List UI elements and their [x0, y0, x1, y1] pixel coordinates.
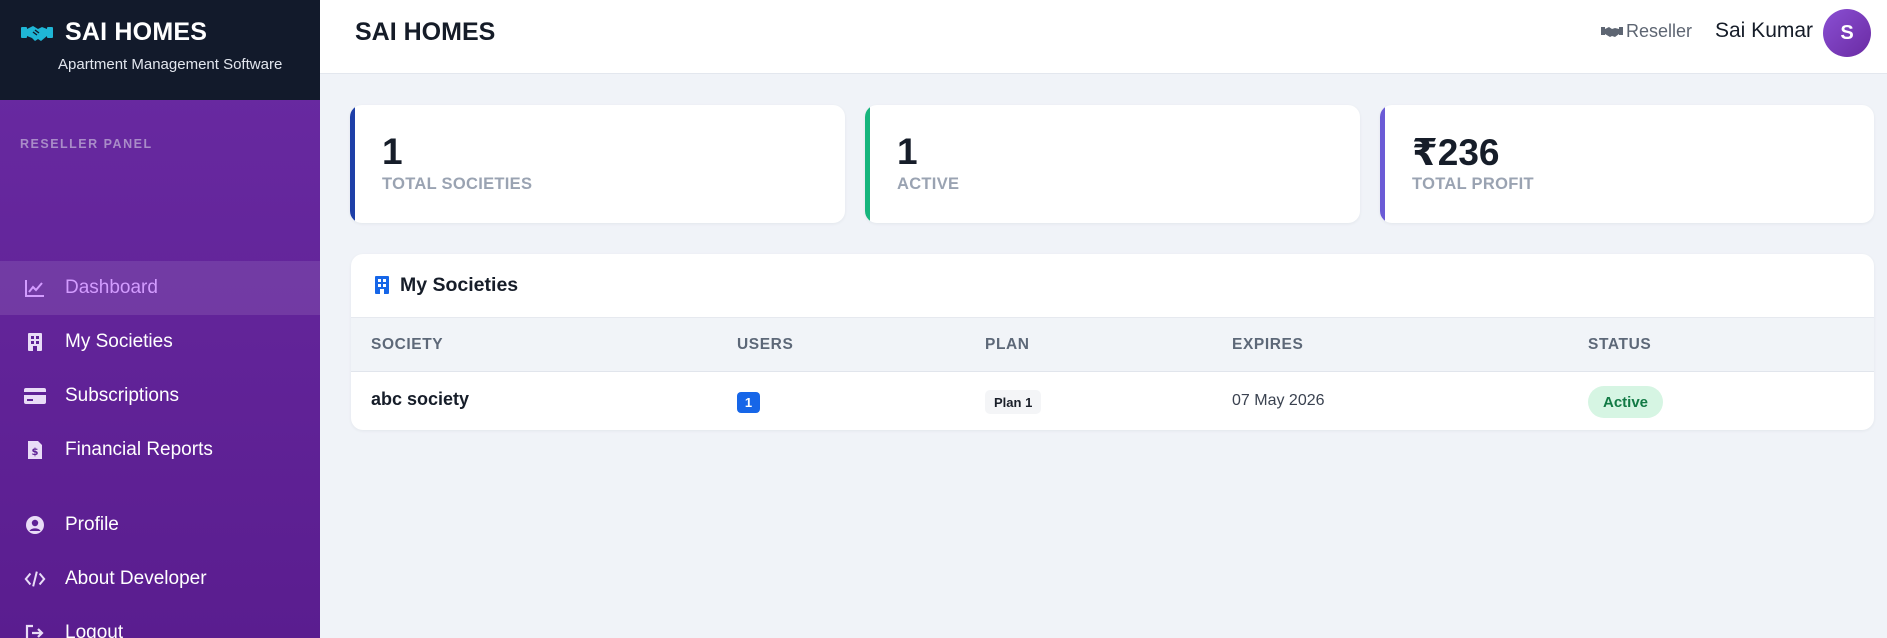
avatar[interactable]: S — [1823, 9, 1871, 57]
stat-label: ACTIVE — [897, 175, 960, 193]
column-header-status[interactable]: STATUS — [1588, 336, 1651, 354]
table-title: My Societies — [400, 274, 519, 296]
stat-label: TOTAL PROFIT — [1412, 175, 1534, 193]
user-name[interactable]: Sai Kumar — [1715, 19, 1813, 43]
stat-card-total-societies: 1 TOTAL SOCIETIES — [350, 105, 845, 223]
brand-subtitle: Apartment Management Software — [58, 56, 283, 73]
stat-value: 1 — [897, 131, 918, 172]
logout-icon — [24, 622, 46, 638]
sidebar-item-about-developer[interactable]: About Developer — [0, 552, 320, 606]
status-badge: Active — [1588, 386, 1664, 418]
building-icon — [374, 275, 390, 295]
column-header-users[interactable]: USERS — [737, 336, 793, 354]
column-header-society[interactable]: SOCIETY — [371, 336, 443, 354]
sidebar-section-label: RESELLER PANEL — [20, 137, 153, 151]
my-societies-table: My Societies SOCIETY USERS PLAN EXPIRES … — [351, 254, 1874, 430]
brand-title: SAI HOMES — [65, 18, 208, 46]
stat-value: 1 — [382, 131, 403, 172]
sidebar-item-logout[interactable]: Logout — [0, 606, 320, 638]
stat-accent-bar — [1380, 105, 1385, 223]
column-header-expires[interactable]: EXPIRES — [1232, 336, 1303, 354]
sidebar-item-dashboard[interactable]: Dashboard — [0, 261, 320, 315]
stat-accent-bar — [865, 105, 870, 223]
stat-card-active: 1 ACTIVE — [865, 105, 1360, 223]
cell-expires: 07 May 2026 — [1232, 392, 1325, 409]
credit-card-icon — [24, 385, 46, 407]
sidebar-item-label: Dashboard — [65, 277, 158, 298]
stat-label: TOTAL SOCIETIES — [382, 175, 533, 193]
top-header: SAI HOMES Reseller Sai Kumar S — [320, 0, 1887, 74]
sidebar-item-subscriptions[interactable]: Subscriptions — [0, 369, 320, 423]
sidebar-item-my-societies[interactable]: My Societies — [0, 315, 320, 369]
role-label: Reseller — [1626, 21, 1693, 41]
building-icon — [24, 331, 46, 353]
plan-badge: Plan 1 — [985, 390, 1042, 414]
page-title: SAI HOMES — [355, 18, 496, 46]
stat-accent-bar — [350, 105, 355, 223]
brand: SAI HOMES Apartment Management Software — [0, 0, 320, 100]
table-row[interactable]: abc society 1 Plan 1 07 May 2026 Active — [351, 372, 1874, 430]
invoice-dollar-icon: $ — [24, 439, 46, 461]
sidebar-item-label: My Societies — [65, 331, 173, 352]
sidebar-item-financial-reports[interactable]: $ Financial Reports — [0, 423, 320, 477]
sidebar-item-label: About Developer — [65, 568, 207, 589]
sidebar-item-label: Profile — [65, 514, 119, 535]
sidebar: SAI HOMES Apartment Management Software … — [0, 0, 320, 638]
svg-text:$: $ — [32, 447, 39, 458]
code-icon — [24, 568, 46, 590]
stat-value: ₹236 — [1412, 132, 1500, 173]
handshake-icon — [20, 21, 54, 45]
table-column-headers: SOCIETY USERS PLAN EXPIRES STATUS — [351, 318, 1874, 372]
users-count-badge: 1 — [737, 392, 760, 413]
stat-card-total-profit: ₹236 TOTAL PROFIT — [1380, 105, 1874, 223]
role-indicator: Reseller — [1601, 21, 1692, 42]
table-header: My Societies — [351, 254, 1874, 318]
chart-line-icon — [24, 277, 46, 299]
handshake-icon — [1601, 24, 1623, 40]
sidebar-item-label: Logout — [65, 622, 124, 638]
sidebar-item-label: Subscriptions — [65, 385, 180, 406]
cell-society-name[interactable]: abc society — [371, 389, 469, 410]
column-header-plan[interactable]: PLAN — [985, 336, 1030, 354]
user-circle-icon — [24, 514, 46, 536]
sidebar-item-label: Financial Reports — [65, 439, 213, 460]
sidebar-item-profile[interactable]: Profile — [0, 498, 320, 552]
